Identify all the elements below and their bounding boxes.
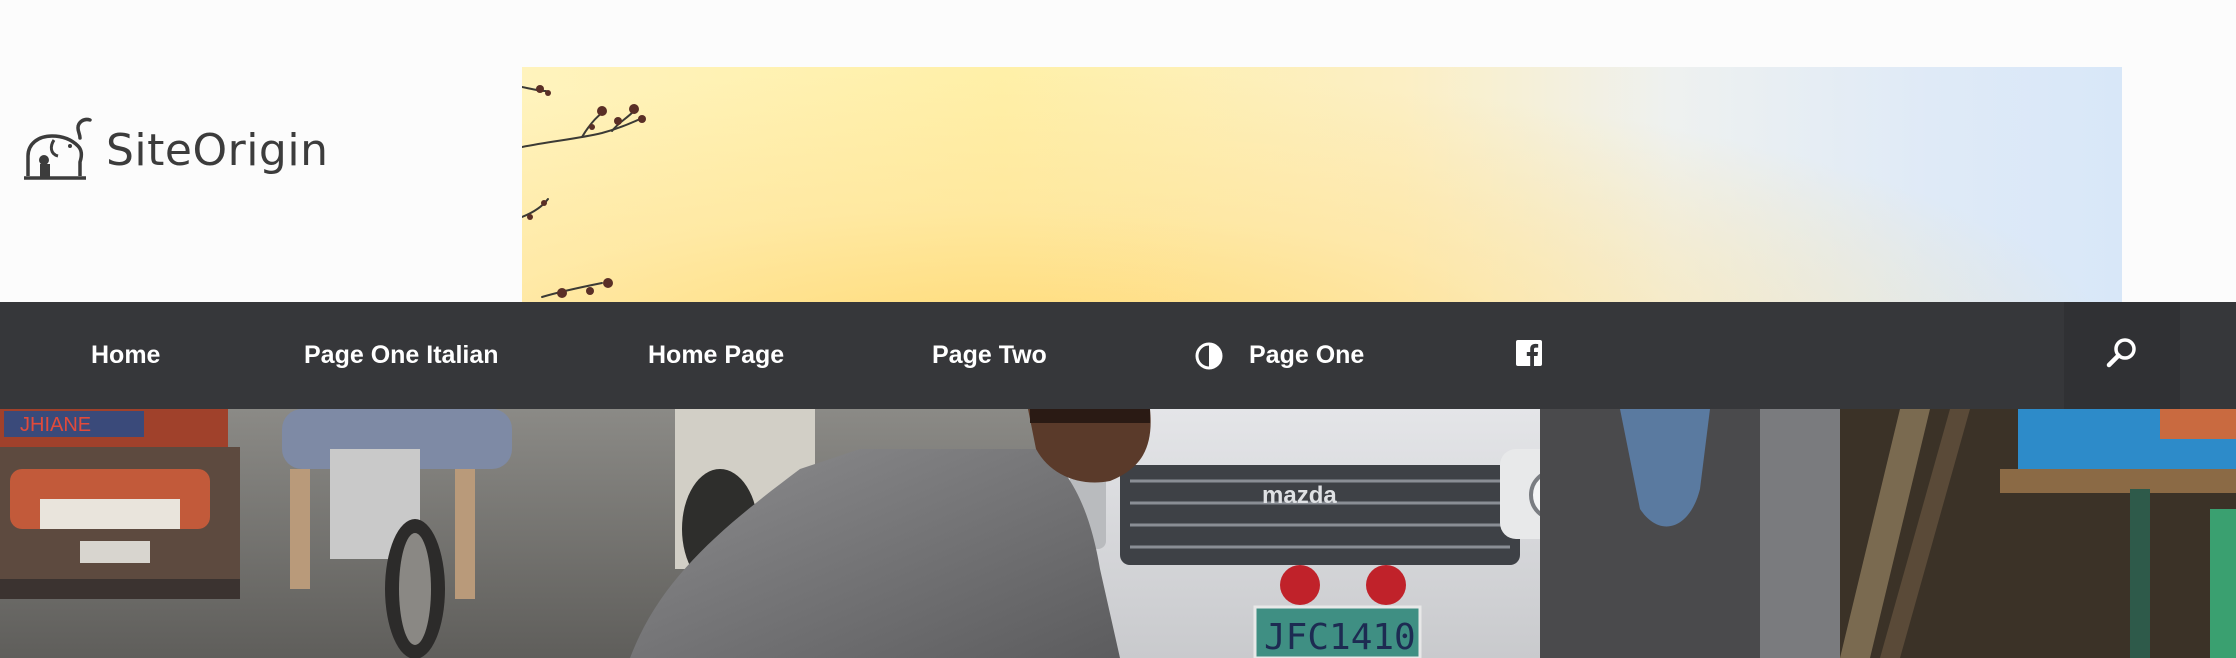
nav-item-page-two[interactable]: Page Two: [932, 302, 1047, 409]
nav-item-label: Home: [91, 341, 161, 369]
nav-item-label: Page One Italian: [304, 341, 499, 369]
nav-item-page-one-italian[interactable]: Page One Italian: [304, 302, 499, 409]
nav-item-label: Home Page: [648, 341, 785, 369]
nav-item-label: Page Two: [932, 341, 1047, 369]
nav-item-home-page[interactable]: Home Page: [648, 302, 784, 409]
site-logo-link[interactable]: SiteOrigin: [20, 114, 328, 186]
facebook-icon: [1516, 340, 1542, 370]
half-circle-contrast-icon: [1195, 342, 1223, 370]
site-logo-text: SiteOrigin: [106, 124, 329, 176]
search-toggle-button[interactable]: [2064, 302, 2180, 409]
elephant-logo-icon: [20, 116, 98, 184]
search-icon: [2104, 335, 2140, 376]
license-plate-text: JFC1410: [1264, 617, 1416, 658]
man-jacket-graphic: [1540, 409, 1860, 658]
tricycle-sign-text: JHIANE: [20, 414, 91, 436]
nav-item-page-one[interactable]: Page One: [1195, 302, 1364, 409]
header-banner-image: [522, 67, 2122, 302]
market-stall-graphic: [1840, 409, 2236, 658]
tricycle-graphic: [0, 409, 240, 599]
facebook-link[interactable]: [1516, 340, 1542, 366]
nav-item-label: Page One: [1249, 341, 1365, 369]
mazda-badge-text: mazda: [1262, 482, 1337, 509]
main-navigation: Home Page One Italian Home Page Page Two…: [0, 302, 2236, 409]
hero-photo: JHIANE mazda JFC1410: [0, 409, 2236, 658]
nav-item-home[interactable]: Home: [91, 302, 160, 409]
site-header: SiteOrigin: [0, 0, 2236, 302]
tree-branches-icon: [522, 85, 646, 298]
